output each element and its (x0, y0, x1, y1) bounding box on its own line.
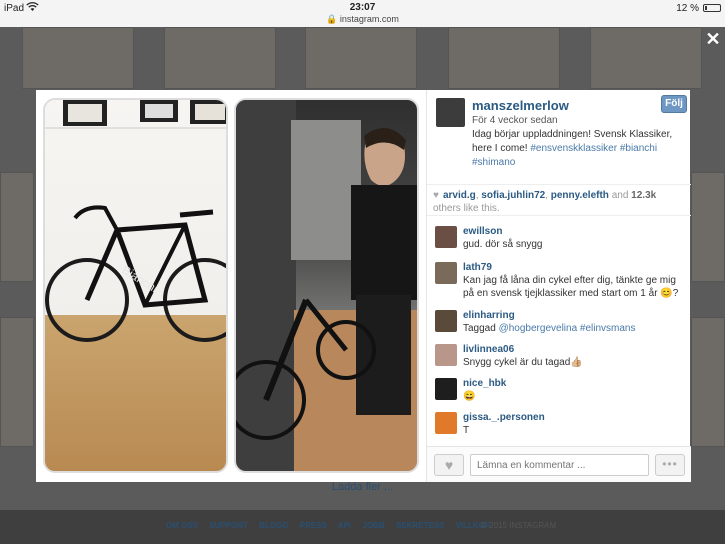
background-photo-tile[interactable] (0, 317, 34, 447)
comment-username[interactable]: gissa._.personen (463, 412, 545, 423)
footer-link[interactable]: BLOGG (259, 521, 288, 530)
comment-text: Kan jag få låna din cykel efter dig, tän… (463, 275, 679, 299)
likes-count[interactable]: 12.3k (631, 190, 656, 201)
comment-text-body: Taggad (463, 323, 499, 334)
bike-photo-right (234, 98, 419, 473)
footer-links: OM OSS SUPPORT BLOGG PRESS API JOBB SEKR… (166, 521, 500, 530)
comment-username[interactable]: lath79 (463, 262, 492, 273)
background-photo-tile[interactable] (691, 317, 725, 447)
clock: 23:07 (349, 2, 376, 13)
footer-link[interactable]: SEKRETESS (396, 521, 444, 530)
background-photo-tile[interactable] (590, 27, 702, 89)
likes-summary: ♥ arvid.g, sofia.juhlin72, penny.elefth a… (427, 184, 691, 216)
avatar[interactable] (435, 226, 457, 248)
more-icon[interactable]: ••• (655, 454, 685, 476)
comment-text: gud. dör så snygg (463, 239, 543, 250)
post-username[interactable]: manszelmerlow (472, 98, 569, 113)
follow-button[interactable]: Följ (661, 95, 687, 113)
url-text: instagram.com (339, 14, 399, 24)
status-bar: iPad 23:07 🔒 instagram.com 12 % (0, 0, 725, 27)
post-timestamp: För 4 veckor sedan (472, 115, 558, 126)
footer-link[interactable]: API (338, 521, 351, 530)
footer-link[interactable]: OM OSS (166, 521, 198, 530)
heart-icon: ♥ (433, 190, 439, 201)
avatar[interactable] (435, 344, 457, 366)
footer-link[interactable]: PRESS (300, 521, 327, 530)
avatar[interactable] (436, 98, 465, 127)
battery-percentage: 12 % (676, 3, 699, 14)
avatar[interactable] (435, 310, 457, 332)
post-photo[interactable]: Bianchi (36, 90, 426, 482)
background-photo-tile[interactable] (448, 27, 560, 89)
address-bar[interactable]: 🔒 instagram.com (0, 14, 725, 25)
like-user[interactable]: sofia.juhlin72 (481, 190, 545, 201)
battery-icon (703, 4, 721, 12)
background-photo-tile[interactable] (0, 172, 34, 282)
avatar[interactable] (435, 262, 457, 284)
avatar[interactable] (435, 412, 457, 434)
comment-input[interactable] (470, 454, 649, 476)
like-user[interactable]: penny.elefth (551, 190, 609, 201)
bike-photo-left: Bianchi (43, 98, 228, 473)
like-user[interactable]: arvid.g (443, 190, 476, 201)
comment-username[interactable]: livlinnea06 (463, 344, 514, 355)
footer-link[interactable]: SUPPORT (209, 521, 248, 530)
comment-list: ewillson gud. dör så snygg lath79 Kan ja… (427, 220, 691, 444)
comment-text: Snygg cykel är du tagad👍🏼 (463, 357, 583, 368)
copyright: © 2015 INSTAGRAM (481, 521, 557, 530)
background-photo-tile[interactable] (305, 27, 417, 89)
footer-link[interactable]: JOBB (362, 521, 384, 530)
post-caption: Idag börjar uppladdningen! Svensk Klassi… (472, 128, 687, 170)
comment-text: Taggad @hogbergevelina #elinvsmans (463, 322, 688, 335)
background-photo-tile[interactable] (164, 27, 276, 89)
load-more-link[interactable]: Ladda fler ... (0, 481, 725, 493)
lock-icon: 🔒 (326, 14, 338, 24)
comment-text: 😄 (463, 391, 476, 402)
heart-icon[interactable]: ♥ (434, 454, 464, 476)
avatar[interactable] (435, 378, 457, 400)
background-photo-tile[interactable] (22, 27, 134, 89)
comment-username[interactable]: elinharring (463, 310, 515, 321)
likes-and: and (611, 190, 629, 201)
comment-mentions[interactable]: @hogbergevelina #elinvsmans (499, 323, 636, 334)
comment-text: T (463, 425, 470, 436)
post-details-panel: manszelmerlow Följ För 4 veckor sedan Id… (426, 90, 691, 482)
comment-bar: ♥ ••• (427, 446, 691, 482)
background-photo-tile[interactable] (691, 172, 725, 282)
close-icon[interactable]: ✕ (705, 30, 721, 48)
comment-username[interactable]: nice_hbk (463, 378, 506, 389)
post-modal: Bianchi manszelmerlow Följ För 4 veckor … (36, 90, 691, 482)
comment-username[interactable]: ewillson (463, 226, 502, 237)
likes-others: others like this. (433, 203, 500, 214)
